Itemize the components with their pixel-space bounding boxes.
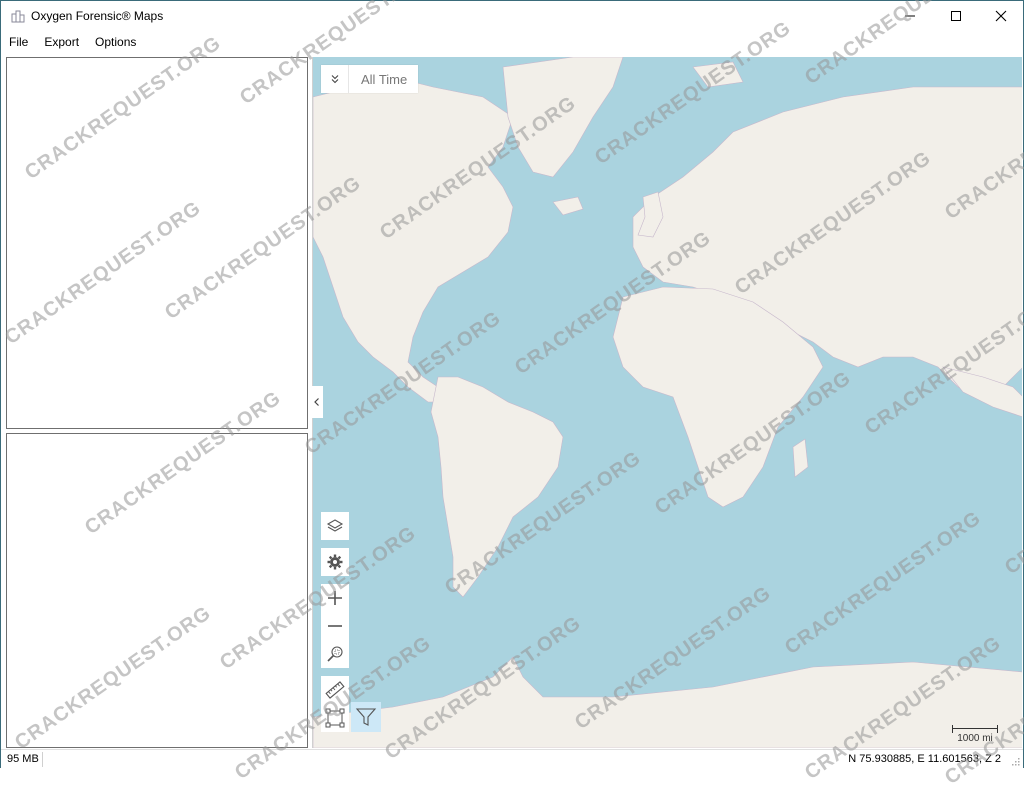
- close-button[interactable]: [978, 1, 1024, 31]
- filter-icon: [355, 708, 377, 726]
- land-iceland: [552, 196, 584, 216]
- status-bar: 95 MB N 75.930885, E 11.601563, Z 2: [1, 749, 1023, 768]
- window-title: Oxygen Forensic® Maps: [31, 9, 164, 23]
- menu-bar: File Export Options: [1, 32, 1023, 54]
- collapse-panel-button[interactable]: [311, 386, 323, 418]
- zoom-in-button[interactable]: [321, 584, 349, 612]
- minimize-icon: [905, 15, 915, 17]
- time-filter-toggle[interactable]: [321, 65, 349, 93]
- minimize-button[interactable]: [887, 1, 933, 31]
- time-filter-label[interactable]: All Time: [349, 65, 418, 93]
- select-area-button[interactable]: [321, 704, 349, 732]
- selection-rectangle-icon: [325, 708, 345, 728]
- measure-button[interactable]: [321, 676, 349, 704]
- memory-usage: 95 MB: [7, 753, 39, 765]
- bottom-left-panel: [6, 433, 308, 748]
- map-scale: 1000 mi: [950, 725, 1000, 744]
- filter-button[interactable]: [351, 702, 381, 732]
- land-greenland: [502, 57, 624, 178]
- cursor-coordinates: N 75.930885, E 11.601563, Z 2: [848, 753, 1001, 765]
- plus-icon: [328, 591, 342, 605]
- minus-icon: [328, 625, 342, 627]
- menu-options[interactable]: Options: [87, 32, 144, 54]
- settings-button[interactable]: [321, 548, 349, 576]
- close-icon: [995, 10, 1007, 22]
- land-north-america: [313, 76, 514, 403]
- land-svalbard: [692, 61, 744, 88]
- zoom-extent-icon: [327, 646, 343, 662]
- ruler-icon: [325, 681, 345, 699]
- maximize-icon: [951, 11, 961, 21]
- app-window: Oxygen Forensic® Maps File Export Option…: [0, 0, 1024, 789]
- top-left-panel: [6, 57, 308, 429]
- app-maps-icon: [11, 10, 25, 23]
- zoom-extent-button[interactable]: [321, 640, 349, 668]
- layers-icon: [326, 519, 344, 532]
- land-south-america: [430, 376, 564, 598]
- status-divider: [42, 752, 43, 767]
- maximize-button[interactable]: [933, 1, 979, 31]
- zoom-out-button[interactable]: [321, 612, 349, 640]
- resize-grip-icon[interactable]: [1010, 756, 1020, 766]
- world-map[interactable]: [313, 57, 1022, 748]
- time-filter: All Time: [321, 65, 419, 93]
- chevron-left-icon: [314, 398, 319, 406]
- land-antarctica: [313, 656, 1022, 748]
- land-madagascar: [792, 438, 809, 478]
- scale-bar: [952, 725, 998, 733]
- scale-label: 1000 mi: [957, 733, 993, 744]
- title-bar: Oxygen Forensic® Maps: [1, 1, 1023, 31]
- menu-export[interactable]: Export: [36, 32, 87, 54]
- layers-button[interactable]: [321, 512, 349, 540]
- gear-icon: [327, 554, 343, 570]
- double-chevron-down-icon: [331, 75, 338, 84]
- map-view[interactable]: All Time 1000 mi: [312, 57, 1022, 748]
- menu-file[interactable]: File: [1, 32, 36, 54]
